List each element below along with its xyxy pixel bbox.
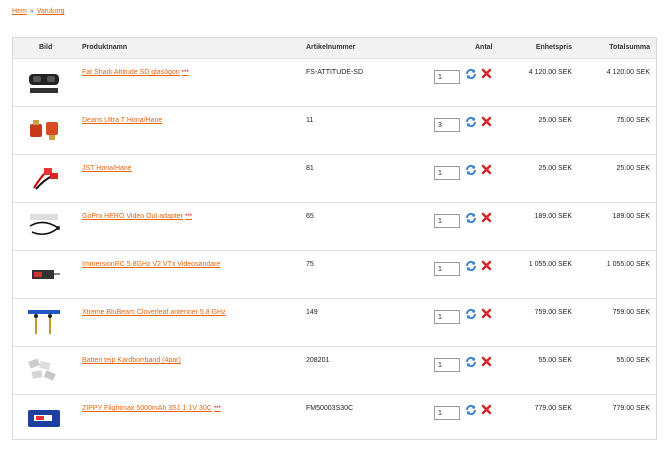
product-sku: 149 bbox=[306, 309, 318, 316]
header-total: Totalsumma bbox=[609, 44, 650, 51]
product-sku: 208201 bbox=[306, 357, 330, 364]
header-image: Bild bbox=[39, 44, 53, 51]
row-total: 4 120.00 SEK bbox=[606, 69, 650, 76]
remove-icon[interactable] bbox=[481, 404, 492, 415]
product-name-text: ZIPPY Flightmax 5000mAh 3S1 1 1V 30C bbox=[82, 405, 212, 412]
product-star-marker: *** bbox=[185, 214, 193, 220]
cart-table-header: Bild Produktnamn Artikelnummer Antal Enh… bbox=[13, 38, 656, 59]
product-thumbnail[interactable] bbox=[26, 116, 62, 144]
refresh-icon[interactable] bbox=[465, 260, 477, 272]
unit-price: 25.00 SEK bbox=[538, 165, 572, 172]
product-name-text: Batteri tejp Kardborrband (4par) bbox=[82, 357, 181, 364]
product-thumbnail[interactable] bbox=[26, 260, 62, 288]
unit-price: 4 120.00 SEK bbox=[528, 69, 572, 76]
remove-icon[interactable] bbox=[481, 260, 492, 271]
product-sku: 11 bbox=[306, 117, 314, 124]
header-unit-price: Enhetspris bbox=[535, 44, 572, 51]
table-row: Fat Shark Attitude SD glasögon *** FS-ATTI… bbox=[13, 59, 656, 107]
breadcrumb: Hem » Varukorg bbox=[12, 8, 65, 15]
product-name-link[interactable]: ZIPPY Flightmax 5000mAh 3S1 1 1V 30C *** bbox=[82, 405, 221, 412]
quantity-input[interactable] bbox=[434, 310, 460, 324]
quantity-input[interactable] bbox=[434, 358, 460, 372]
product-name-text: GoPro HERO Video Out adapter bbox=[82, 213, 184, 220]
unit-price: 55.00 SEK bbox=[538, 357, 572, 364]
table-row: Batteri tejp Kardborrband (4par) 208201 55… bbox=[13, 347, 656, 395]
row-total: 55.00 SEK bbox=[616, 357, 650, 364]
row-total: 25.00 SEK bbox=[616, 165, 650, 172]
row-total: 1 055.00 SEK bbox=[606, 261, 650, 268]
table-row: GoPro HERO Video Out adapter*** 65 189.00 … bbox=[13, 203, 656, 251]
product-thumbnail[interactable] bbox=[26, 212, 62, 240]
header-product-name: Produktnamn bbox=[82, 44, 128, 51]
unit-price: 779.00 SEK bbox=[534, 405, 572, 412]
unit-price: 25.00 SEK bbox=[538, 117, 572, 124]
product-thumbnail[interactable] bbox=[26, 356, 62, 384]
quantity-input[interactable] bbox=[434, 406, 460, 420]
refresh-icon[interactable] bbox=[465, 308, 477, 320]
table-row: Xtreme BluBeam Cloverleaf antenner 5.8 G… bbox=[13, 299, 656, 347]
unit-price: 1 055.00 SEK bbox=[528, 261, 572, 268]
quantity-input[interactable] bbox=[434, 70, 460, 84]
quantity-input[interactable] bbox=[434, 214, 460, 228]
refresh-icon[interactable] bbox=[465, 68, 477, 80]
product-name-text: Deans Ultra T Hona/Hane bbox=[82, 117, 163, 124]
product-name-link[interactable]: GoPro HERO Video Out adapter *** bbox=[82, 213, 192, 220]
product-sku: 81 bbox=[306, 165, 314, 172]
product-name-link[interactable]: Xtreme BluBeam Cloverleaf antenner 5.8 G… bbox=[82, 309, 228, 316]
breadcrumb-home-link[interactable]: Hem bbox=[12, 8, 27, 15]
quantity-input[interactable] bbox=[434, 262, 460, 276]
product-name-text: Fat Shark Attitude SD glasögon bbox=[82, 69, 180, 76]
row-total: 75.00 SEK bbox=[616, 117, 650, 124]
table-row: Deans Ultra T Hona/Hane 11 25.00 SEK 75.00 … bbox=[13, 107, 656, 155]
table-row: ImmersionRC 5.8GHz V2 VTx Videosändare 75… bbox=[13, 251, 656, 299]
cart-table: Bild Produktnamn Artikelnummer Antal Enh… bbox=[12, 37, 657, 440]
unit-price: 189.00 SEK bbox=[534, 213, 572, 220]
product-thumbnail[interactable] bbox=[26, 164, 62, 192]
refresh-icon[interactable] bbox=[465, 404, 477, 416]
unit-price: 759.00 SEK bbox=[534, 309, 572, 316]
product-name-text: JST Hona/Hane bbox=[82, 165, 132, 172]
table-row: JST Hona/Hane 81 25.00 SEK 25.00 SEK bbox=[13, 155, 656, 203]
row-total: 779.00 SEK bbox=[612, 405, 650, 412]
product-sku: FM50003S30C bbox=[306, 405, 354, 412]
breadcrumb-current-link[interactable]: Varukorg bbox=[37, 8, 65, 15]
product-thumbnail[interactable] bbox=[26, 404, 62, 432]
product-name-link[interactable]: Fat Shark Attitude SD glasögon *** bbox=[82, 69, 189, 76]
product-thumbnail[interactable] bbox=[26, 308, 62, 336]
refresh-icon[interactable] bbox=[465, 116, 477, 128]
product-star-marker: *** bbox=[213, 406, 221, 412]
remove-icon[interactable] bbox=[481, 212, 492, 223]
refresh-icon[interactable] bbox=[465, 356, 477, 368]
header-quantity: Antal bbox=[475, 44, 493, 51]
product-sku: 75 bbox=[306, 261, 314, 268]
product-name-text: Xtreme BluBeam Cloverleaf antenner 5.8 G… bbox=[82, 309, 226, 316]
header-sku: Artikelnummer bbox=[306, 44, 356, 51]
row-total: 189.00 SEK bbox=[612, 213, 650, 220]
row-total: 759.00 SEK bbox=[612, 309, 650, 316]
remove-icon[interactable] bbox=[481, 308, 492, 319]
refresh-icon[interactable] bbox=[465, 164, 477, 176]
remove-icon[interactable] bbox=[481, 164, 492, 175]
product-name-link[interactable]: JST Hona/Hane bbox=[82, 165, 134, 172]
product-name-link[interactable]: Batteri tejp Kardborrband (4par) bbox=[82, 357, 183, 364]
product-thumbnail[interactable] bbox=[26, 68, 62, 96]
quantity-input[interactable] bbox=[434, 166, 460, 180]
remove-icon[interactable] bbox=[481, 356, 492, 367]
product-name-text: ImmersionRC 5.8GHz V2 VTx Videosändare bbox=[82, 261, 221, 268]
product-sku: 65 bbox=[306, 213, 314, 220]
breadcrumb-separator: » bbox=[29, 8, 34, 15]
remove-icon[interactable] bbox=[481, 68, 492, 79]
remove-icon[interactable] bbox=[481, 116, 492, 127]
product-name-link[interactable]: Deans Ultra T Hona/Hane bbox=[82, 117, 164, 124]
product-sku: FS-ATTITUDE-SD bbox=[306, 69, 364, 76]
product-name-link[interactable]: ImmersionRC 5.8GHz V2 VTx Videosändare bbox=[82, 261, 222, 268]
table-row: ZIPPY Flightmax 5000mAh 3S1 1 1V 30C *** F… bbox=[13, 395, 656, 443]
quantity-input[interactable] bbox=[434, 118, 460, 132]
refresh-icon[interactable] bbox=[465, 212, 477, 224]
product-star-marker: *** bbox=[181, 70, 189, 76]
